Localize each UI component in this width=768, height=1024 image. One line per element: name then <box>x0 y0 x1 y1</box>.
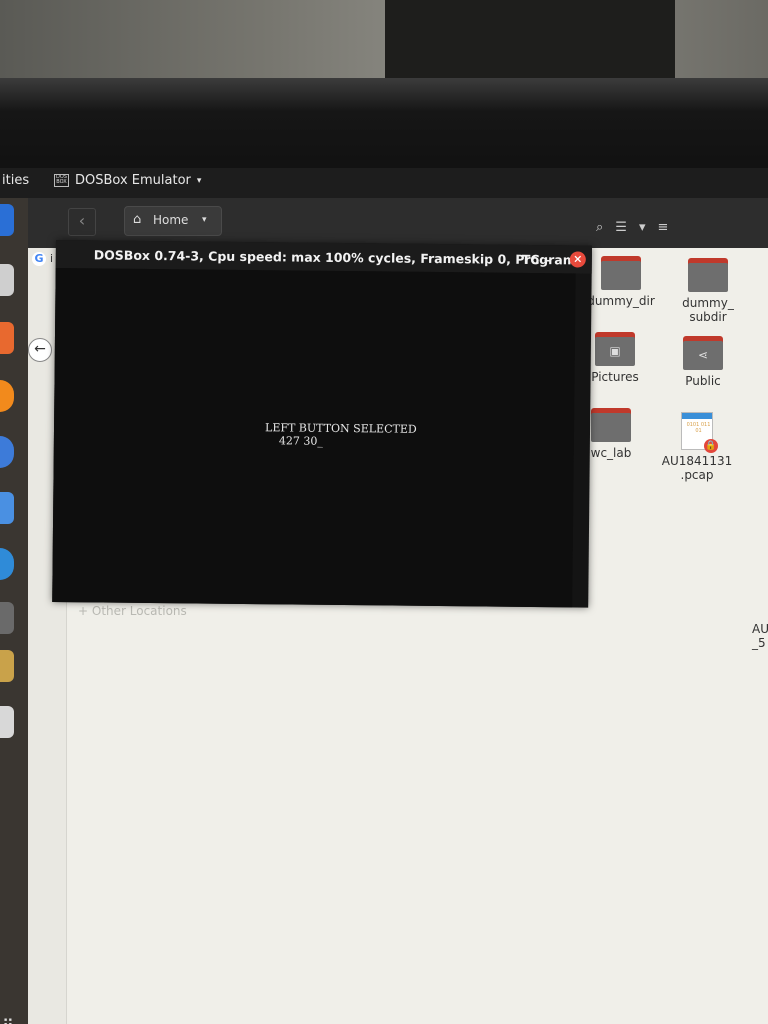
file-label: AU1841131 .pcap <box>661 454 733 482</box>
pcap-file-icon: 0101 011 01 🔒 <box>681 412 718 453</box>
dock-item-orange-app[interactable] <box>0 322 14 354</box>
file-label: wc_lab <box>590 446 632 460</box>
window-title: DOSBox 0.74-3, Cpu speed: max 100% cycle… <box>93 247 581 268</box>
app-menu-label: DOSBox Emulator <box>75 173 191 188</box>
pictures-folder-icon: ▣ <box>595 332 635 366</box>
dock-item-blue-app[interactable] <box>0 204 14 236</box>
file-item-dummy-subdir[interactable]: dummy_ subdir <box>672 258 744 324</box>
top-bar: ities DOS BOX DOSBox Emulator ▾ <box>0 168 768 198</box>
dock: ⠿ <box>0 198 28 1024</box>
file-item-pcap[interactable]: 0101 011 01 🔒 AU1841131 .pcap <box>660 412 734 482</box>
dock-item-help[interactable] <box>0 548 14 580</box>
dock-item-gray-app[interactable] <box>0 602 14 634</box>
file-label: dummy_ subdir <box>682 296 734 324</box>
program-name: TC <box>521 251 540 268</box>
back-arrow-icon[interactable]: ← <box>28 338 52 362</box>
public-folder-icon: ⋖ <box>683 336 723 370</box>
dock-item-dosbox[interactable] <box>0 650 14 682</box>
dock-item-trash[interactable] <box>0 706 14 738</box>
file-label: Pictures <box>591 370 639 384</box>
google-chrome-icon: G <box>32 252 46 266</box>
dock-item-firefox[interactable] <box>0 380 14 412</box>
home-icon: ⌂ <box>133 212 142 227</box>
file-manager-toolbar: ⌕ ☰ ▾ ≡ <box>596 220 668 235</box>
dos-screen[interactable]: LEFT BUTTON SELECTED 427 30_ <box>52 267 576 608</box>
window-program-and-minimize[interactable]: TC – <box>522 252 550 267</box>
dosbox-window[interactable]: DOSBox 0.74-3, Cpu speed: max 100% cycle… <box>52 240 592 608</box>
dos-output-coordinates: 427 30_ <box>278 434 323 448</box>
search-icon[interactable]: ⌕ <box>596 220 603 235</box>
chevron-down-icon[interactable]: ▾ <box>639 220 646 235</box>
path-home-label: Home <box>153 213 189 227</box>
folder-icon <box>601 256 641 290</box>
nav-back-button[interactable]: ‹ <box>68 208 96 236</box>
chevron-down-icon: ▾ <box>196 175 202 186</box>
folder-icon <box>688 258 728 292</box>
file-label-partial[interactable]: AU _5 <box>752 622 768 650</box>
menu-icon[interactable]: ≡ <box>657 220 668 235</box>
list-view-icon[interactable]: ☰ <box>615 220 627 235</box>
close-button[interactable]: × <box>569 251 586 268</box>
file-label: dummy_dir <box>587 294 655 308</box>
file-item-public[interactable]: ⋖ Public <box>668 336 738 388</box>
minimize-icon[interactable]: – <box>544 252 550 267</box>
sidebar-item-other-locations[interactable]: + Other Locations <box>78 604 187 618</box>
chevron-down-icon: ▾ <box>202 215 207 225</box>
dock-item-editor[interactable] <box>0 492 14 524</box>
show-apps-icon[interactable]: ⠿ <box>2 1016 14 1024</box>
other-locations-label: Other Locations <box>91 604 187 618</box>
dock-item-chrome[interactable] <box>0 436 14 468</box>
dosbox-app-icon: DOS BOX <box>54 174 69 187</box>
app-menu[interactable]: DOS BOX DOSBox Emulator ▾ <box>54 173 201 188</box>
dock-item-files[interactable] <box>0 264 14 296</box>
file-item-dummy-dir[interactable]: dummy_dir <box>586 256 656 308</box>
file-label: Public <box>685 374 721 388</box>
activities-button[interactable]: ities <box>2 173 29 188</box>
path-bar-home[interactable]: ⌂ Home ▾ <box>124 206 222 236</box>
lock-icon: 🔒 <box>704 439 718 453</box>
folder-icon <box>591 408 631 442</box>
sidebar-fragment-text: i <box>50 252 54 265</box>
laptop-screen: ities DOS BOX DOSBox Emulator ▾ S ⠿ ‹ ⌂ … <box>0 168 768 1024</box>
